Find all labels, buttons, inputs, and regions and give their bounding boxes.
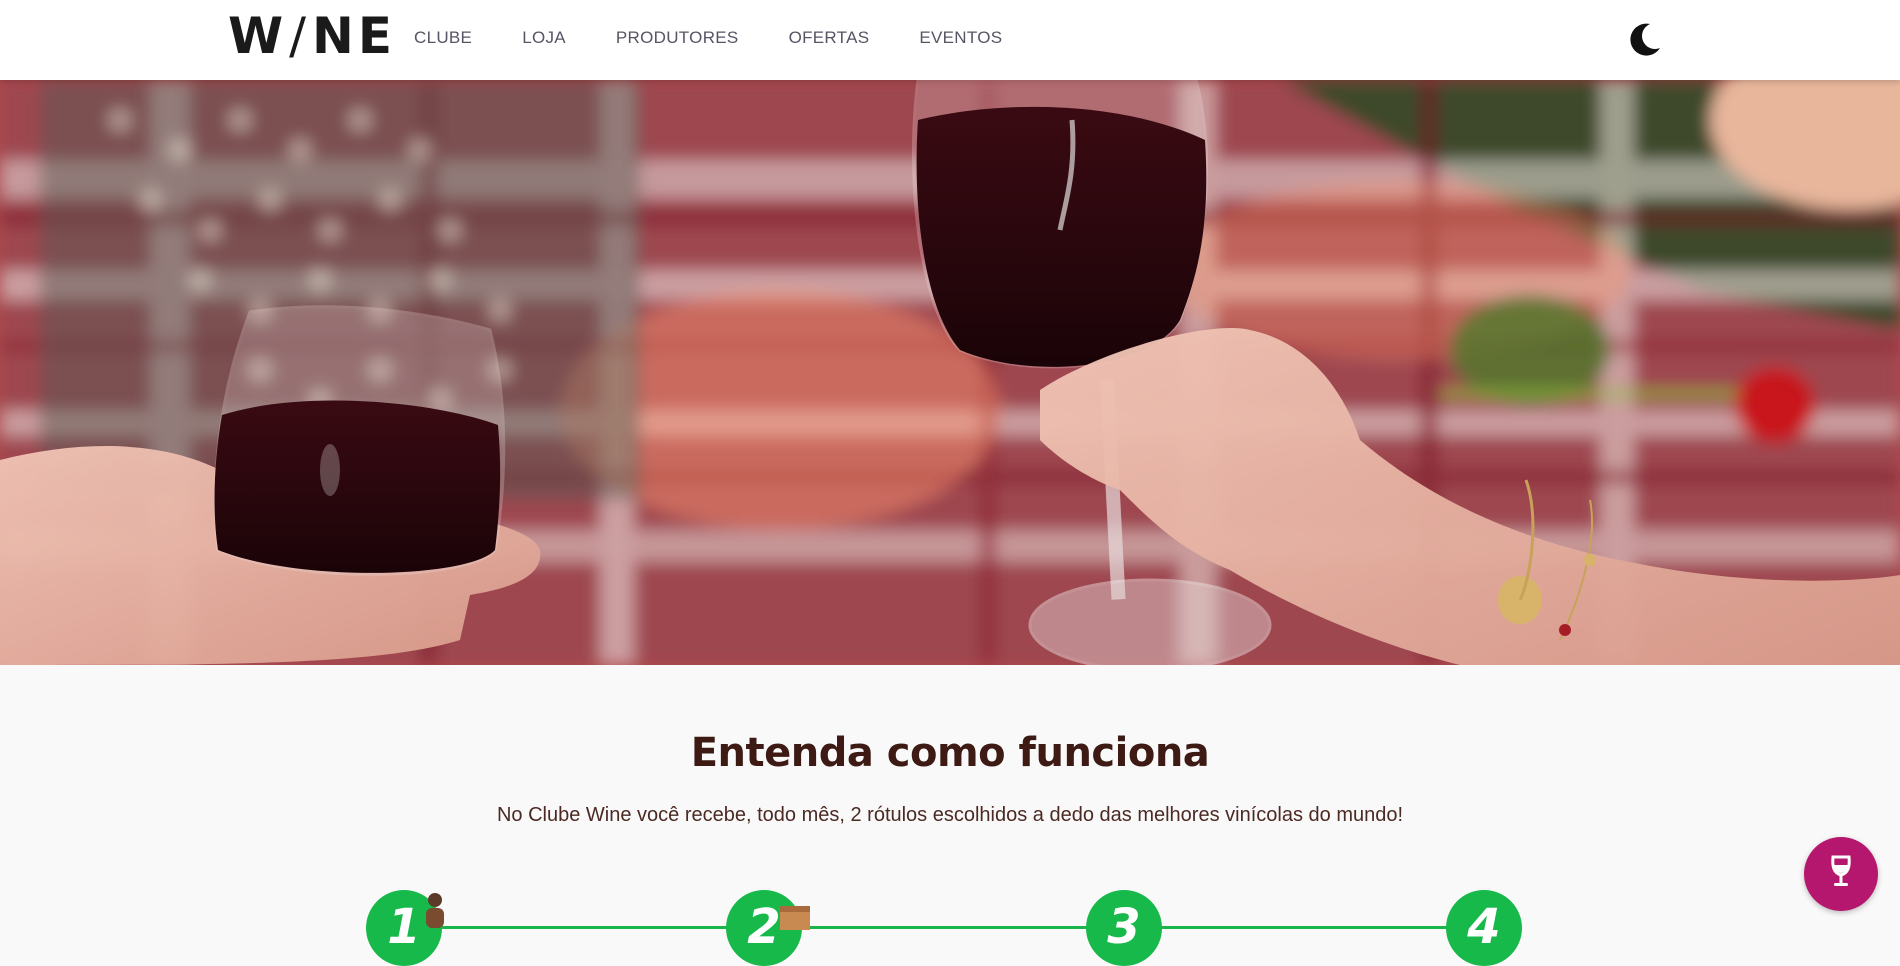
top-header: W / NE CLUBE LOJA PRODUTORES OFERTAS EVENT…: [0, 0, 1900, 80]
step-1-number: 1: [387, 899, 421, 955]
moon-icon[interactable]: [1624, 20, 1664, 60]
wine-fab-button[interactable]: [1804, 837, 1878, 911]
logo-left: W: [228, 7, 288, 65]
nav-produtores[interactable]: PRODUTORES: [616, 28, 739, 48]
wine-logo[interactable]: W / NE: [228, 7, 397, 65]
hero-image: [0, 80, 1900, 665]
main-nav: CLUBE LOJA PRODUTORES OFERTAS EVENTOS: [414, 28, 1052, 48]
nav-ofertas[interactable]: OFERTAS: [789, 28, 870, 48]
box-icon: [778, 890, 812, 931]
step-2-number: 2: [747, 899, 781, 955]
section-subtitle: No Clube Wine você recebe, todo mês, 2 r…: [496, 804, 1404, 826]
step-3-number: 3: [1107, 899, 1141, 955]
wine-glass-icon: [1826, 855, 1856, 893]
nav-eventos[interactable]: EVENTOS: [919, 28, 1002, 48]
step-3-badge: 3: [1086, 890, 1162, 966]
section-title: Entenda como funciona: [690, 730, 1210, 776]
person-icon: [418, 890, 452, 931]
logo-right: NE: [312, 7, 397, 65]
step-4-badge: 4: [1446, 890, 1522, 966]
logo-slash: /: [289, 7, 311, 65]
step-4-number: 4: [1467, 899, 1501, 955]
nav-loja[interactable]: LOJA: [522, 28, 566, 48]
steps-connector-line: [420, 926, 1520, 929]
nav-clube[interactable]: CLUBE: [414, 28, 472, 48]
